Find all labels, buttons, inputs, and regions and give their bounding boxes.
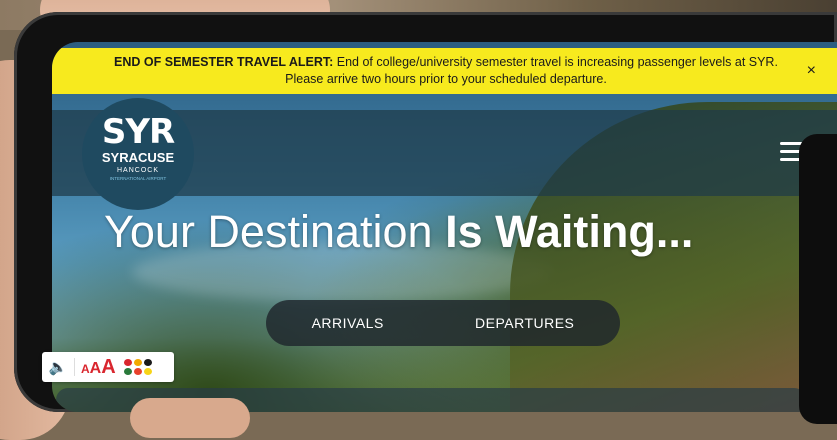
departures-button[interactable]: DEPARTURES xyxy=(463,309,586,337)
logo-international-text: INTERNATIONAL AIRPORT xyxy=(109,176,167,181)
flight-toggle: ARRIVALS DEPARTURES xyxy=(266,300,620,346)
text-size-small: A xyxy=(81,361,90,376)
logo-hancock-text: HANCOCK xyxy=(116,167,159,174)
language-flags-icon[interactable] xyxy=(123,359,152,375)
logo-syr-text: SYR xyxy=(101,112,175,152)
logo-syracuse-text: SYRACUSE xyxy=(101,150,175,165)
arrivals-button[interactable]: ARRIVALS xyxy=(300,309,396,337)
speaker-icon[interactable]: 🔈 xyxy=(42,358,75,376)
text-size-large: A xyxy=(101,355,116,378)
hero-title: Your Destination Is Waiting... xyxy=(104,206,824,258)
hero-title-bold: Is Waiting... xyxy=(445,206,694,257)
text-size-medium: A xyxy=(89,359,102,377)
hero-title-regular: Your Destination xyxy=(104,206,446,257)
accessibility-widget: 🔈 AAA xyxy=(42,352,174,382)
alert-text: END OF SEMESTER TRAVEL ALERT: End of col… xyxy=(101,54,791,88)
phone-notch xyxy=(799,134,837,424)
syr-airport-logo[interactable]: SYR SYRACUSE HANCOCK INTERNATIONAL AIRPO… xyxy=(82,98,194,210)
alert-title: END OF SEMESTER TRAVEL ALERT: xyxy=(114,55,334,69)
alert-message: End of college/university semester trave… xyxy=(285,55,778,86)
close-icon[interactable]: × xyxy=(807,62,816,80)
hand-bottom xyxy=(130,398,250,438)
text-size-icon[interactable]: AAA xyxy=(75,356,116,379)
travel-alert-banner: END OF SEMESTER TRAVEL ALERT: End of col… xyxy=(52,48,837,94)
